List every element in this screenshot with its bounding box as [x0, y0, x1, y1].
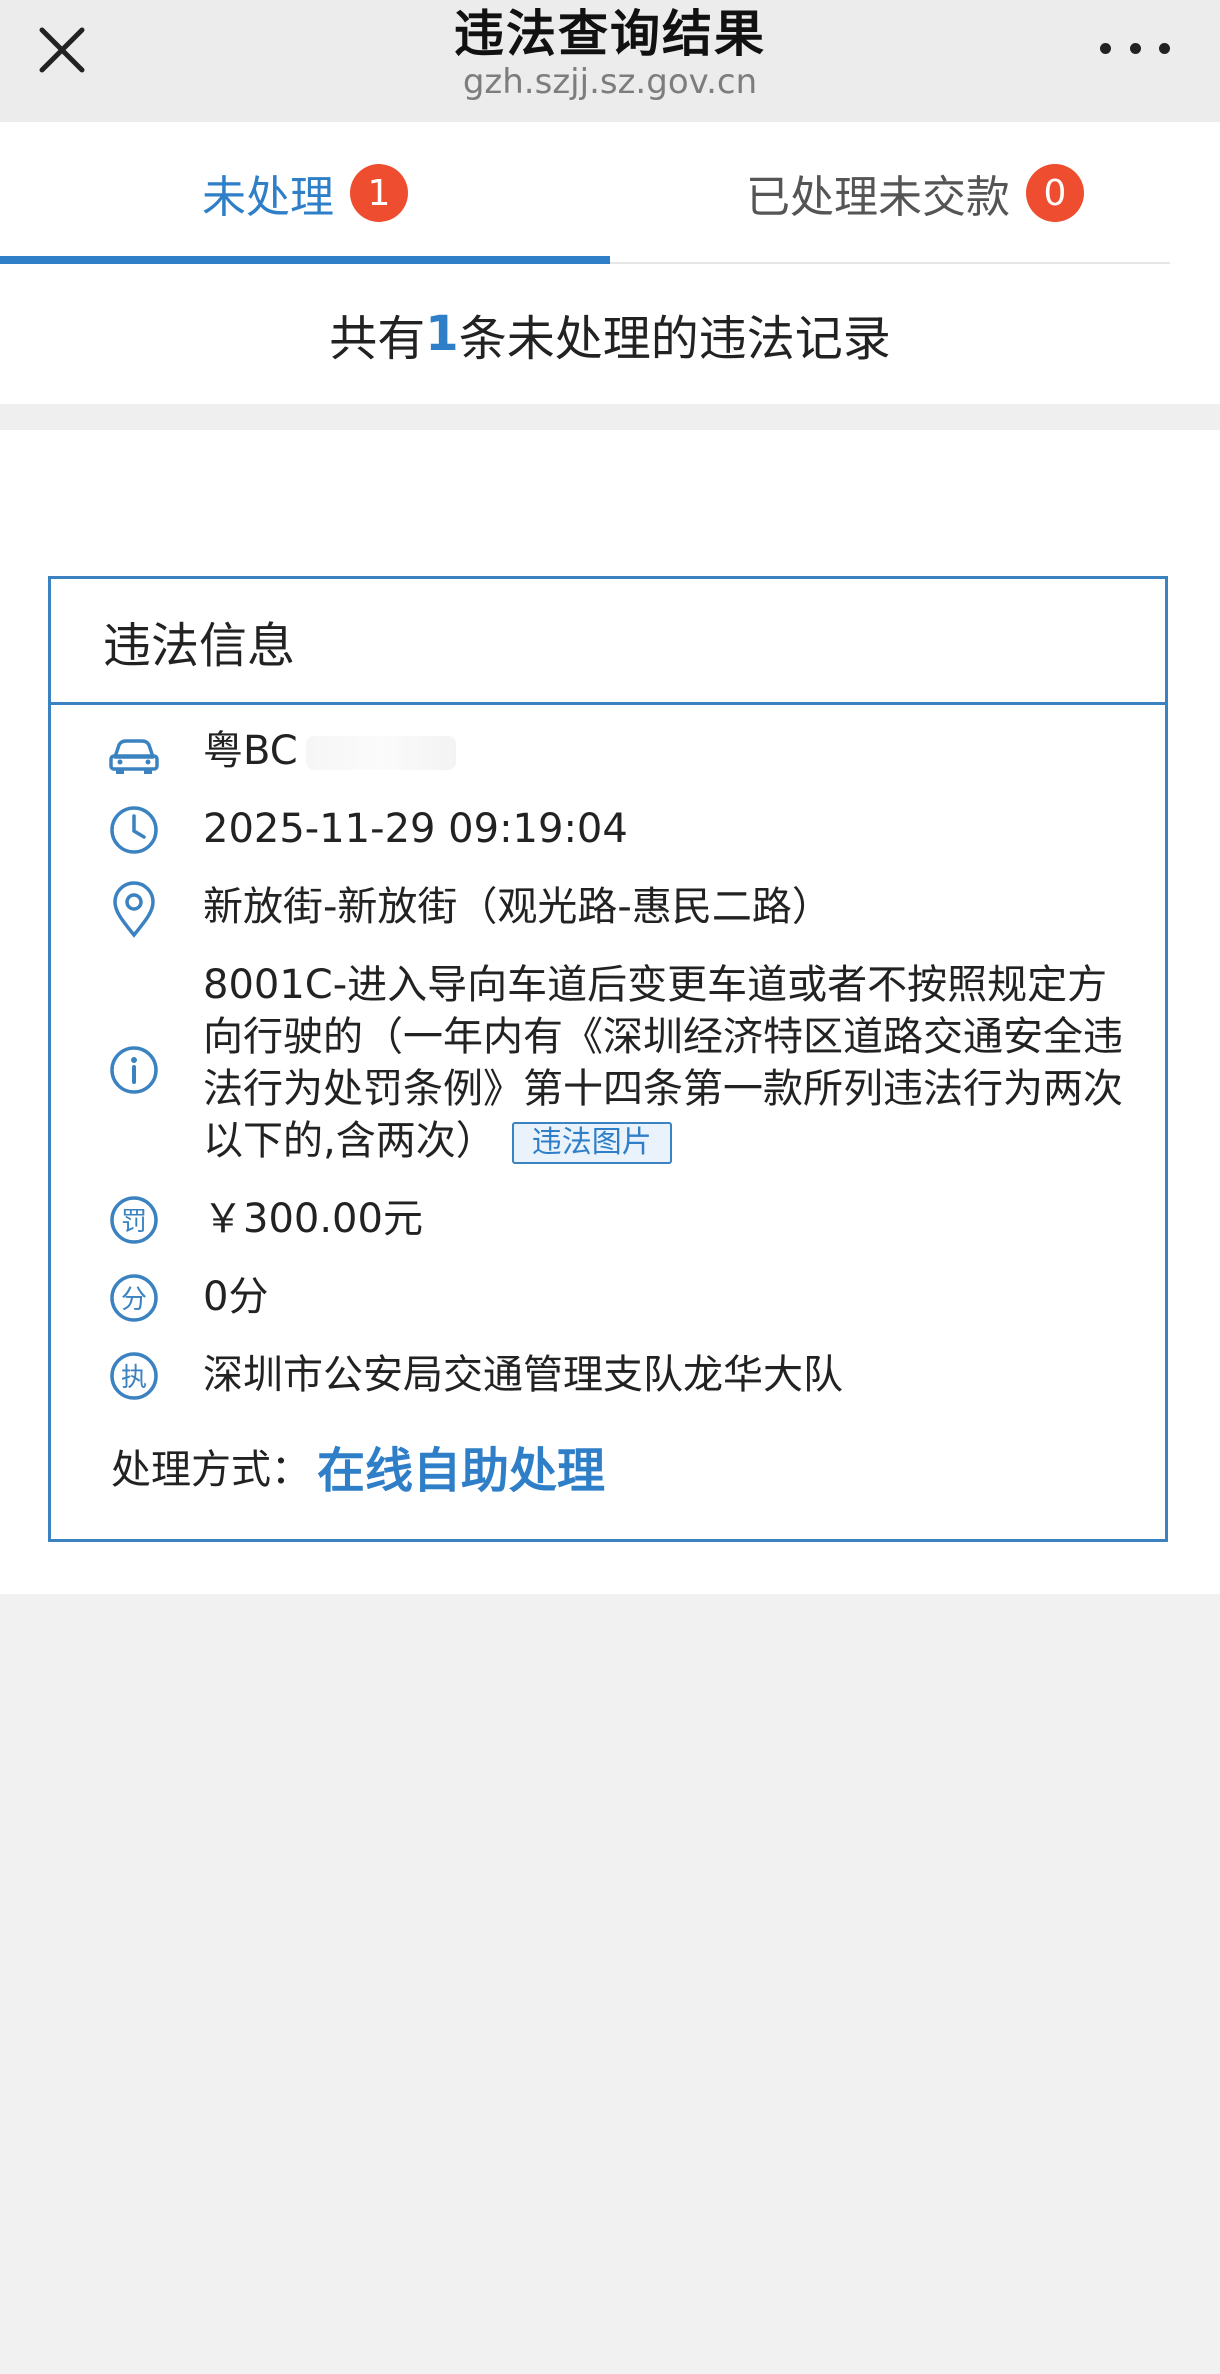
- handling-method-row: 处理方式： 在线自助处理: [111, 1431, 605, 1501]
- summary-suffix: 条未处理的违法记录: [458, 311, 891, 367]
- clock-icon: [107, 803, 161, 857]
- violation-location: 新放街-新放街（观光路-惠民二路）: [203, 884, 832, 930]
- summary-count: 1: [425, 306, 459, 362]
- tab-processed-unpaid-badge: 0: [1026, 164, 1084, 222]
- location-pin-icon: [107, 881, 161, 938]
- svg-text:罚: 罚: [121, 1207, 147, 1237]
- summary-text: 共有 1 条未处理的违法记录: [0, 264, 1220, 404]
- tab-unprocessed[interactable]: 未处理 1: [0, 122, 610, 264]
- car-icon: [107, 727, 161, 781]
- tab-processed-unpaid-label: 已处理未交款: [746, 172, 1010, 223]
- top-bar: 违法查询结果 gzh.szjj.sz.gov.cn: [0, 0, 1220, 122]
- page-title: 违法查询结果: [454, 5, 766, 63]
- violation-time: 2025-11-29 09:19:04: [203, 806, 628, 852]
- tab-bar: 未处理 1 已处理未交款 0: [0, 122, 1220, 264]
- online-self-service-link[interactable]: 在线自助处理: [317, 1431, 605, 1501]
- more-icon[interactable]: [1100, 26, 1170, 70]
- plate-number: 粤BC: [203, 728, 298, 774]
- tab-unprocessed-label: 未处理: [202, 172, 334, 223]
- tab-processed-unpaid[interactable]: 已处理未交款 0: [610, 122, 1220, 264]
- fine-amount: ￥300.00元: [203, 1196, 423, 1242]
- svg-text:执: 执: [121, 1363, 147, 1393]
- violation-photo-button[interactable]: 违法图片: [511, 1122, 672, 1164]
- penalty-points: 0分: [203, 1274, 269, 1320]
- tab-unprocessed-badge: 1: [350, 164, 408, 222]
- content-area: 违法信息 粤BC 2025-11-29 09:19:04 新放街-新放街（观光路…: [0, 430, 1220, 1594]
- plate-redacted: [305, 736, 456, 770]
- card-title: 违法信息: [51, 579, 1165, 705]
- handling-method-label: 处理方式：: [111, 1447, 311, 1493]
- page-url: gzh.szjj.sz.gov.cn: [462, 62, 758, 102]
- enforcement-icon: 执: [107, 1349, 161, 1403]
- points-icon: 分: [107, 1271, 161, 1325]
- fine-icon: 罚: [107, 1193, 161, 1247]
- violation-card: 违法信息 粤BC 2025-11-29 09:19:04 新放街-新放街（观光路…: [48, 576, 1168, 1542]
- summary-prefix: 共有: [329, 311, 426, 367]
- active-tab-indicator: [0, 256, 610, 264]
- svg-text:分: 分: [121, 1285, 147, 1315]
- separator: [0, 404, 1220, 430]
- info-icon: [107, 1043, 161, 1097]
- enforcement-authority: 深圳市公安局交通管理支队龙华大队: [203, 1352, 843, 1398]
